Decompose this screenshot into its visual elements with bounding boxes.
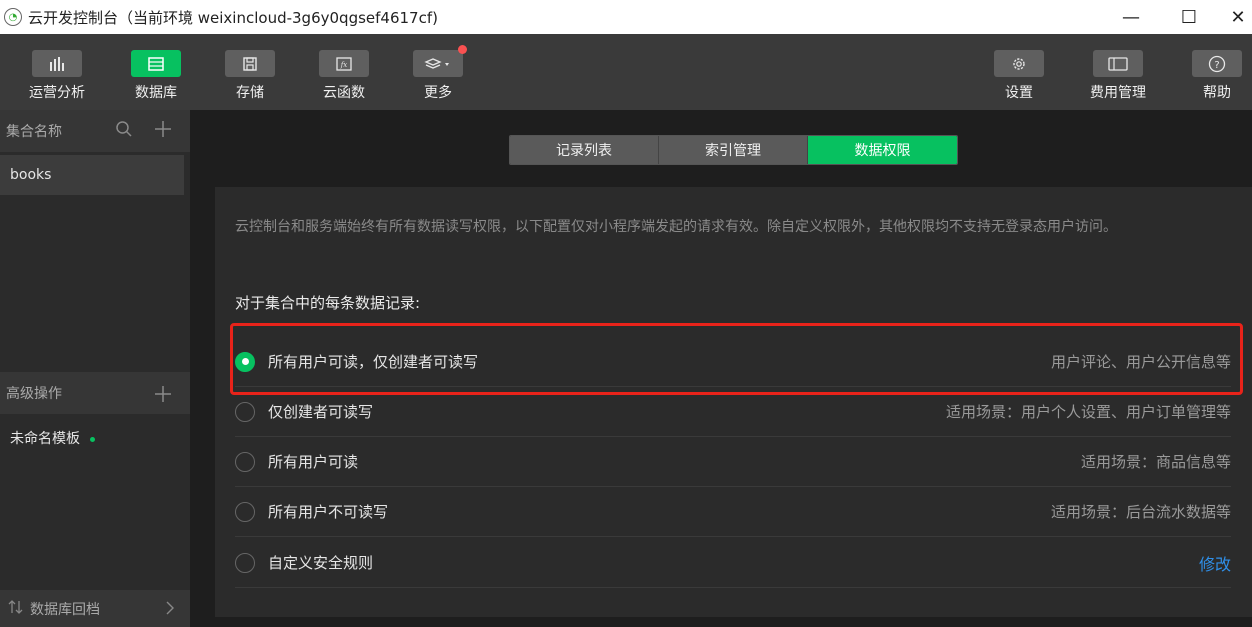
template-item[interactable]: 未命名模板 bbox=[10, 428, 95, 448]
radio-button[interactable] bbox=[235, 351, 255, 372]
permission-option-public-read[interactable]: 所有用户可读 适用场景：商品信息等 bbox=[235, 437, 1231, 487]
radio-button[interactable] bbox=[235, 501, 255, 522]
toolbar-label: 设置 bbox=[1005, 85, 1033, 101]
permission-option-custom-rules[interactable]: 自定义安全规则 修改 bbox=[235, 538, 1231, 588]
window-titlebar: ◔ 云开发控制台（当前环境 weixincloud-3g6y0qgsef4617… bbox=[0, 0, 1252, 34]
toolbar-settings-button[interactable]: 设置 bbox=[979, 34, 1059, 110]
toolbar-more-button[interactable]: 更多 bbox=[398, 34, 478, 110]
save-icon bbox=[225, 50, 275, 77]
chevron-right-icon bbox=[165, 600, 175, 620]
search-icon[interactable] bbox=[115, 119, 133, 143]
edit-rules-link[interactable]: 修改 bbox=[1199, 551, 1231, 575]
permission-option-public-read-creator-write[interactable]: 所有用户可读，仅创建者可读写 用户评论、用户公开信息等 bbox=[235, 337, 1231, 387]
rollback-icon bbox=[8, 599, 24, 619]
gear-icon bbox=[994, 50, 1044, 77]
tab-records[interactable]: 记录列表 bbox=[510, 136, 659, 164]
advanced-header-label: 高级操作 bbox=[6, 386, 62, 402]
close-button[interactable]: ✕ bbox=[1215, 0, 1252, 34]
tab-indexes[interactable]: 索引管理 bbox=[659, 136, 808, 164]
advanced-header: 高级操作 bbox=[0, 372, 190, 414]
toolbar-database-button[interactable]: 数据库 bbox=[116, 34, 196, 110]
svg-text:?: ? bbox=[1214, 60, 1219, 71]
tab-permissions[interactable]: 数据权限 bbox=[808, 136, 957, 164]
collection-label: books bbox=[10, 167, 52, 183]
tab-bar: 记录列表 索引管理 数据权限 bbox=[509, 135, 958, 165]
option-label: 所有用户不可读写 bbox=[268, 503, 389, 521]
option-label: 所有用户可读，仅创建者可读写 bbox=[268, 353, 479, 371]
template-label: 未命名模板 bbox=[10, 431, 80, 447]
toolbar-label: 数据库 bbox=[135, 85, 177, 101]
permission-option-creator-only[interactable]: 仅创建者可读写 适用场景：用户个人设置、用户订单管理等 bbox=[235, 387, 1231, 437]
collections-header: 集合名称 bbox=[0, 110, 190, 152]
toolbar-billing-button[interactable]: 费用管理 bbox=[1078, 34, 1158, 110]
permission-option-no-access[interactable]: 所有用户不可读写 适用场景：后台流水数据等 bbox=[235, 487, 1231, 537]
bar-chart-icon bbox=[32, 50, 82, 77]
main-toolbar: 运营分析 数据库 存储 fx 云函数 更多 设置 费用管理 ? 帮助 bbox=[0, 34, 1252, 110]
option-label: 自定义安全规则 bbox=[268, 554, 374, 572]
toolbar-label: 云函数 bbox=[323, 85, 365, 101]
database-icon bbox=[131, 50, 181, 77]
radio-button[interactable] bbox=[235, 552, 255, 573]
permissions-notice: 云控制台和服务端始终有所有数据读写权限，以下配置仅对小程序端发起的请求有效。除自… bbox=[235, 219, 1117, 235]
toolbar-label: 费用管理 bbox=[1090, 85, 1146, 101]
rollback-label: 数据库回档 bbox=[30, 601, 100, 618]
svg-text:fx: fx bbox=[340, 61, 348, 69]
collection-item-books[interactable]: books bbox=[0, 155, 184, 195]
help-icon: ? bbox=[1192, 50, 1242, 77]
add-collection-icon[interactable] bbox=[154, 119, 172, 143]
collections-header-label: 集合名称 bbox=[6, 124, 62, 140]
radio-button[interactable] bbox=[235, 401, 255, 422]
toolbar-storage-button[interactable]: 存储 bbox=[210, 34, 290, 110]
toolbar-analytics-button[interactable]: 运营分析 bbox=[17, 34, 97, 110]
add-template-icon[interactable] bbox=[154, 384, 172, 408]
minimize-button[interactable]: — bbox=[1108, 0, 1154, 34]
main-content: 记录列表 索引管理 数据权限 云控制台和服务端始终有所有数据读写权限，以下配置仅… bbox=[190, 110, 1252, 627]
window-title: 云开发控制台（当前环境 weixincloud-3g6y0qgsef4617cf… bbox=[28, 8, 438, 27]
option-hint: 适用场景：用户个人设置、用户订单管理等 bbox=[945, 403, 1231, 421]
option-label: 所有用户可读 bbox=[268, 453, 359, 471]
section-title: 对于集合中的每条数据记录: bbox=[235, 294, 421, 312]
billing-icon bbox=[1093, 50, 1143, 77]
layers-icon bbox=[413, 50, 463, 77]
toolbar-cloud-function-button[interactable]: fx 云函数 bbox=[304, 34, 384, 110]
option-hint: 适用场景：后台流水数据等 bbox=[1050, 503, 1231, 521]
maximize-button[interactable]: ☐ bbox=[1166, 0, 1212, 34]
toolbar-label: 运营分析 bbox=[29, 85, 85, 101]
option-hint: 用户评论、用户公开信息等 bbox=[1050, 353, 1231, 371]
toolbar-label: 更多 bbox=[424, 85, 452, 101]
function-icon: fx bbox=[319, 50, 369, 77]
app-logo-icon: ◔ bbox=[4, 8, 22, 26]
database-rollback-button[interactable]: 数据库回档 bbox=[0, 590, 190, 627]
permissions-panel: 云控制台和服务端始终有所有数据读写权限，以下配置仅对小程序端发起的请求有效。除自… bbox=[215, 187, 1252, 617]
toolbar-label: 帮助 bbox=[1203, 85, 1231, 101]
toolbar-label: 存储 bbox=[236, 85, 264, 101]
toolbar-help-button[interactable]: ? 帮助 bbox=[1177, 34, 1252, 110]
status-dot bbox=[90, 437, 95, 442]
notification-badge bbox=[458, 45, 467, 54]
sidebar: 集合名称 books 高级操作 未命名模板 数据库回档 bbox=[0, 110, 190, 627]
option-label: 仅创建者可读写 bbox=[268, 403, 374, 421]
option-hint: 适用场景：商品信息等 bbox=[1080, 453, 1231, 471]
radio-button[interactable] bbox=[235, 451, 255, 472]
